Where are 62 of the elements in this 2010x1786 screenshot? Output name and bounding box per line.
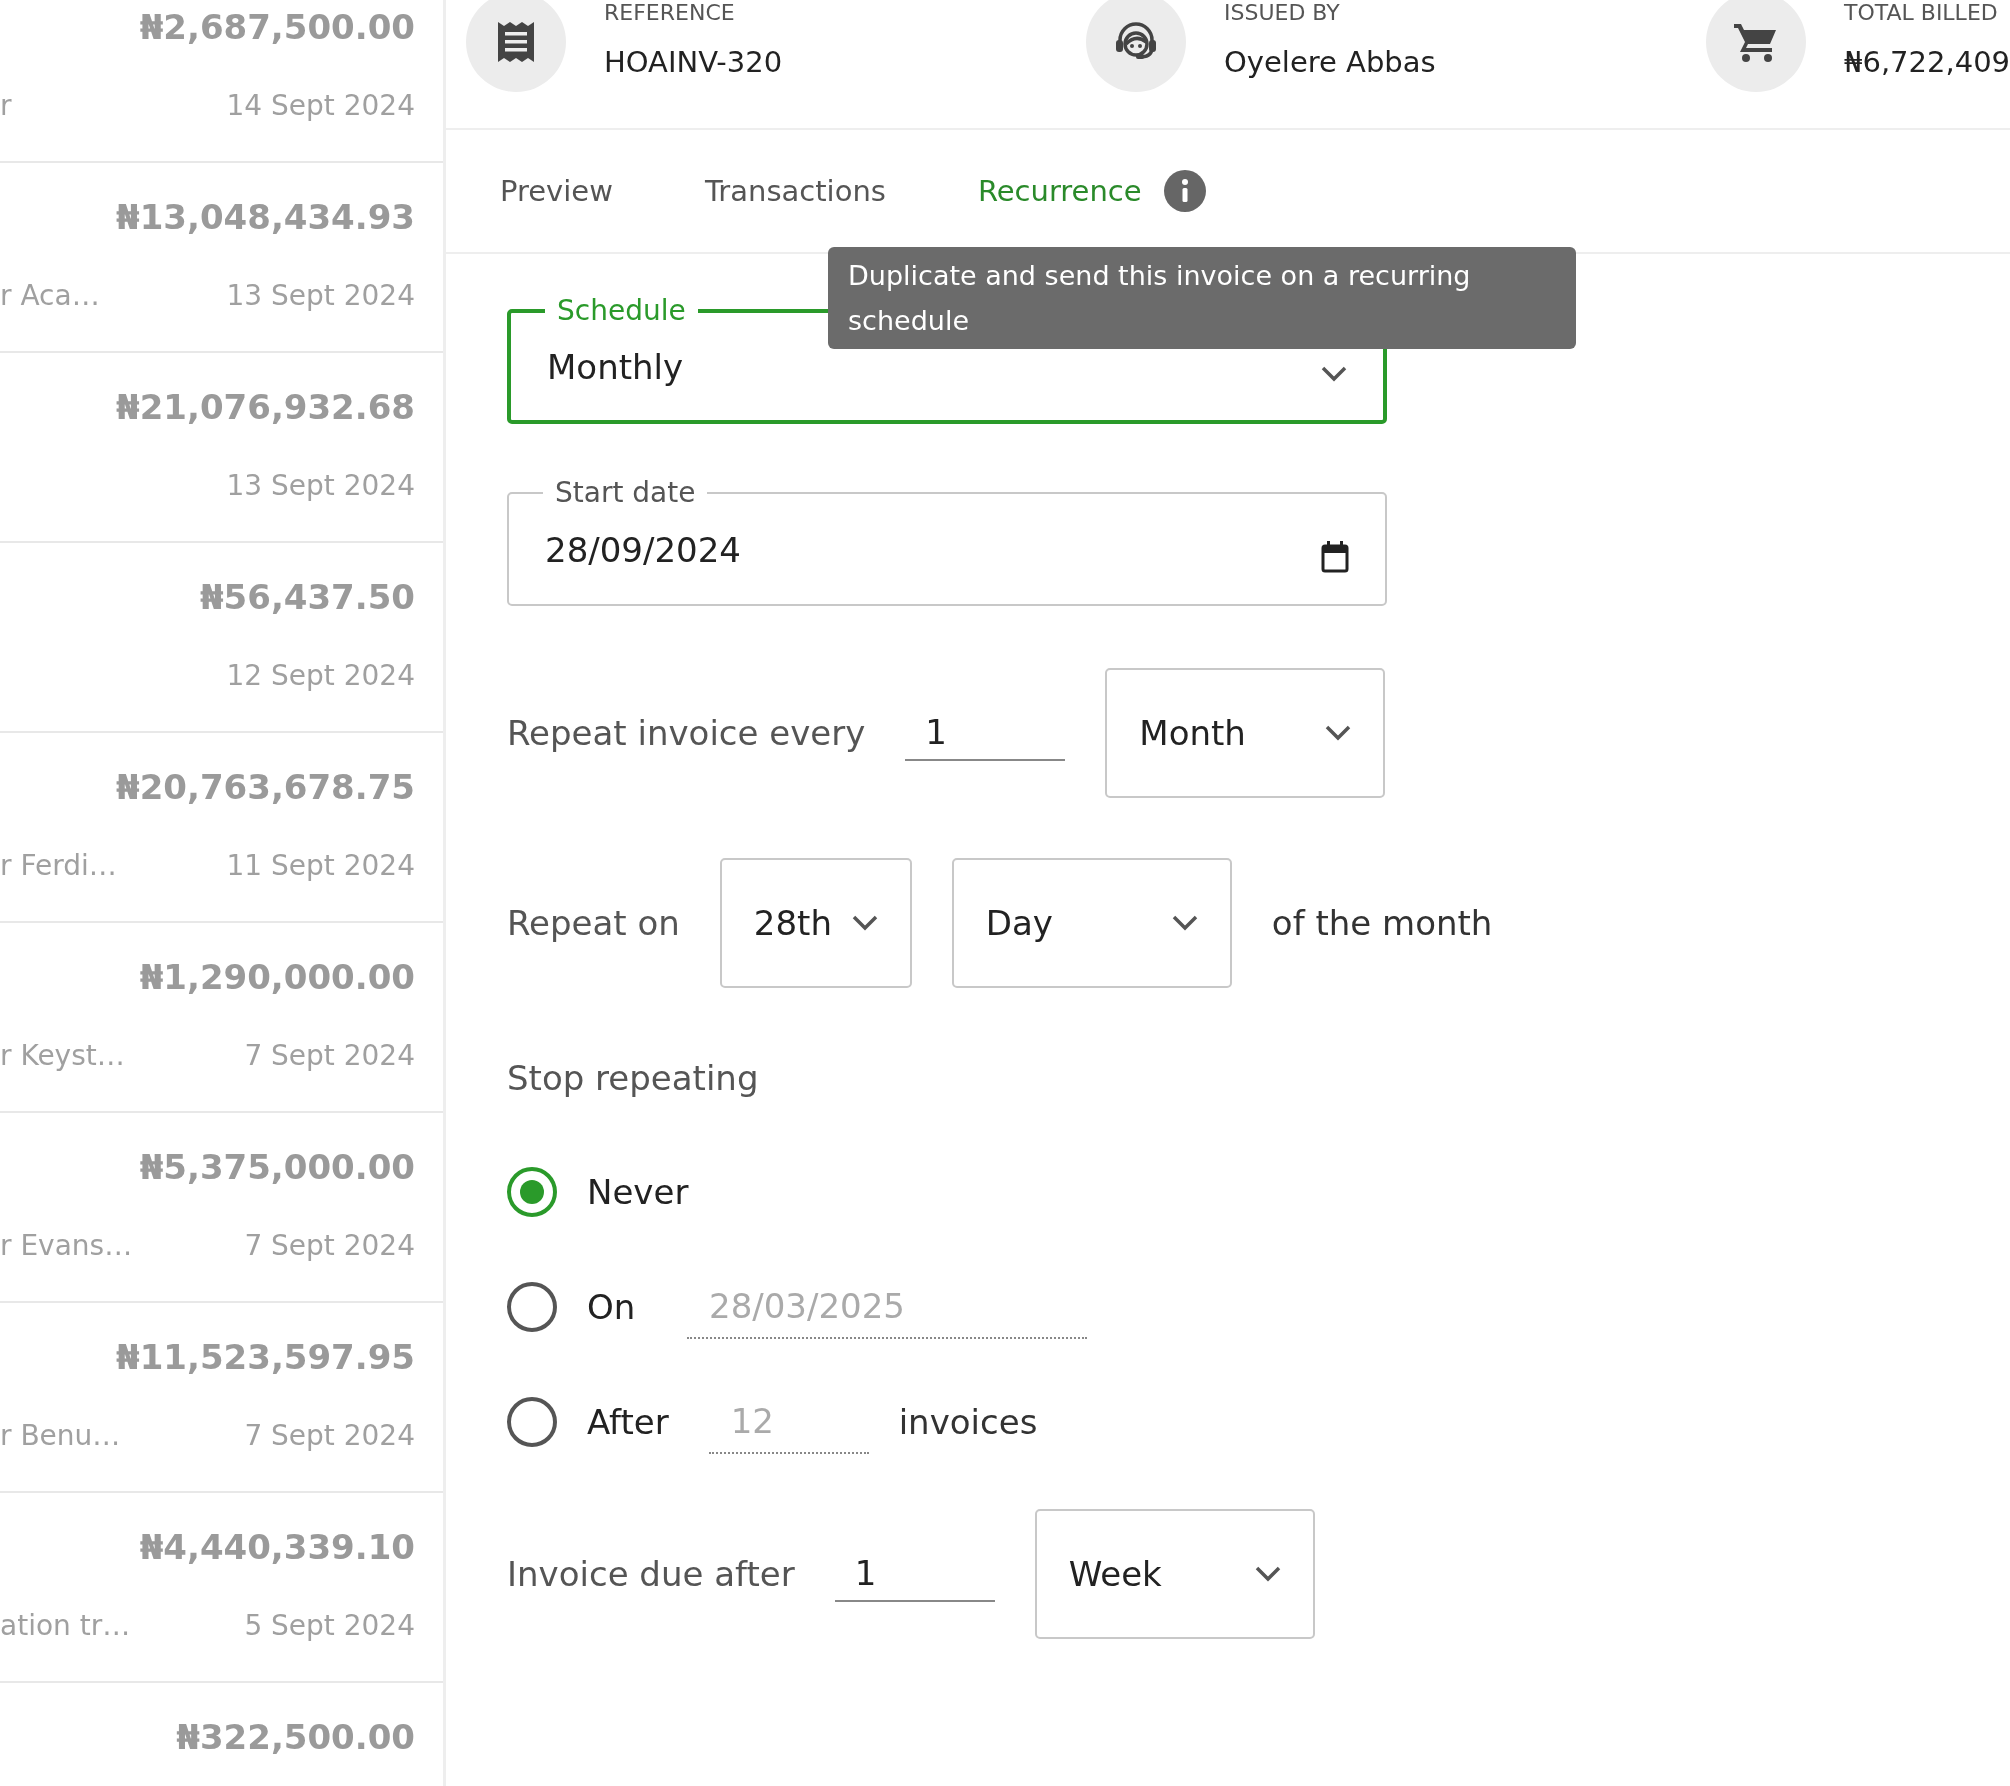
- invoice-amount: ₦11,523,597.95: [115, 1336, 415, 1379]
- invoice-amount: ₦322,500.00: [175, 1716, 415, 1759]
- repeat-on-label: Repeat on: [507, 903, 680, 943]
- invoice-amount: ₦56,437.50: [198, 576, 415, 619]
- invoice-date: 7 Sept 2024: [244, 1229, 415, 1263]
- invoice-date: 5 Sept 2024: [244, 1609, 415, 1643]
- invoice-description: r Evans…: [0, 1229, 133, 1263]
- invoice-description: r Benu…: [0, 1419, 121, 1453]
- invoice-description: ation tr…: [0, 1609, 131, 1643]
- info-icon[interactable]: [1163, 170, 1206, 212]
- calendar-icon[interactable]: [1321, 540, 1349, 573]
- stop-repeating-label: Stop repeating: [507, 1058, 760, 1098]
- radio-label[interactable]: After: [587, 1401, 669, 1442]
- radio-label[interactable]: On: [587, 1286, 647, 1327]
- chevron-down-icon: [851, 915, 878, 931]
- header-label: REFERENCE: [604, 0, 736, 25]
- invoice-amount: ₦13,048,434.93: [115, 196, 415, 239]
- tooltip: Duplicate and send this invoice on a recurring schedule: [828, 247, 1576, 349]
- invoice-amount: ₦21,076,932.68: [115, 386, 415, 429]
- repeat-day-unit-select[interactable]: Day: [951, 858, 1232, 988]
- header-label: ISSUED BY: [1224, 0, 1341, 25]
- header-value: ₦6,722,409: [1844, 45, 2010, 79]
- radio-button[interactable]: [507, 1396, 557, 1447]
- invoice-amount: ₦20,763,678.75: [115, 766, 415, 809]
- invoice-amount: ₦1,290,000.00: [138, 956, 415, 999]
- repeat-unit-select[interactable]: Month: [1105, 668, 1386, 798]
- invoice-date: 11 Sept 2024: [226, 849, 415, 883]
- receipt-icon: [498, 22, 534, 62]
- invoice-date: 14 Sept 2024: [226, 89, 415, 123]
- invoice-date: 13 Sept 2024: [226, 469, 415, 503]
- chevron-down-icon: [1325, 725, 1352, 741]
- tab[interactable]: Transactions: [704, 168, 886, 214]
- invoice-amount: ₦2,687,500.00: [138, 6, 415, 49]
- invoice-date: 12 Sept 2024: [226, 659, 415, 693]
- chevron-down-icon: [1171, 915, 1198, 931]
- headset-icon: [1114, 22, 1158, 62]
- tab[interactable]: Recurrence: [977, 168, 1142, 214]
- chevron-down-icon: [1321, 365, 1347, 382]
- chevron-down-icon: [1254, 1566, 1281, 1582]
- repeat-day-select[interactable]: 28th: [719, 858, 912, 988]
- invoice-date: 7 Sept 2024: [244, 1039, 415, 1073]
- invoice-amount: ₦4,440,339.10: [138, 1526, 415, 1569]
- cart-icon: [1734, 22, 1778, 62]
- repeat-on-suffix: of the month: [1271, 903, 1493, 943]
- invoice-description: r Keyst…: [0, 1039, 125, 1073]
- invoice-date: 13 Sept 2024: [226, 279, 415, 313]
- header-value: Oyelere Abbas: [1224, 45, 1436, 79]
- due-after-label: Invoice due after: [507, 1554, 795, 1594]
- invoice-description: r Aca…: [0, 279, 100, 313]
- invoices-label: invoices: [898, 1401, 1038, 1442]
- invoice-date: 7 Sept 2024: [244, 1419, 415, 1453]
- radio-label[interactable]: Never: [587, 1171, 689, 1212]
- due-unit-select[interactable]: Week: [1034, 1509, 1315, 1639]
- radio-button[interactable]: [507, 1166, 557, 1217]
- invoice-description: r Ferdi…: [0, 849, 117, 883]
- repeat-every-label: Repeat invoice every: [507, 713, 866, 753]
- invoice-description: r: [0, 89, 12, 123]
- header-value: HOAINV-320: [604, 45, 783, 79]
- invoice-amount: ₦5,375,000.00: [138, 1146, 415, 1189]
- tab[interactable]: Preview: [500, 168, 613, 214]
- header-label: TOTAL BILLED: [1844, 0, 1999, 25]
- radio-button[interactable]: [507, 1281, 557, 1332]
